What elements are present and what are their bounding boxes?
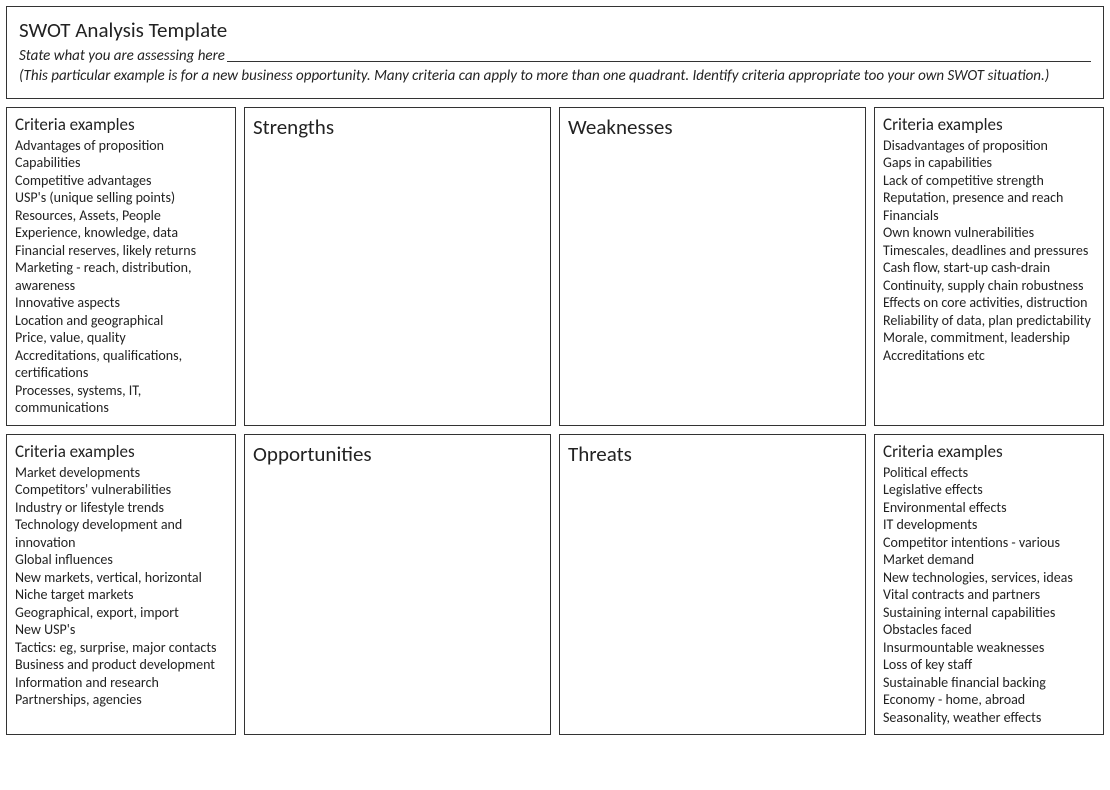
list-item: Market demand (883, 551, 1095, 569)
criteria-heading: Criteria examples (15, 441, 227, 462)
list-item: Competitive advantages (15, 172, 227, 190)
list-item: Partnerships, agencies (15, 691, 227, 709)
threats-cell: Threats (559, 434, 866, 736)
opportunities-heading: Opportunities (253, 441, 542, 467)
list-item: New markets, vertical, horizontal (15, 569, 227, 587)
list-item: Information and research (15, 674, 227, 692)
list-item: Gaps in capabilities (883, 154, 1095, 172)
header-box: SWOT Analysis Template State what you ar… (6, 6, 1104, 99)
strengths-criteria-list: Advantages of propositionCapabilitiesCom… (15, 137, 227, 417)
weaknesses-criteria-cell: Criteria examples Disadvantages of propo… (874, 107, 1104, 426)
list-item: Business and product development (15, 656, 227, 674)
list-item: Economy - home, abroad (883, 691, 1095, 709)
list-item: Tactics: eg, surprise, major contacts (15, 639, 227, 657)
list-item: Innovative aspects (15, 294, 227, 312)
list-item: Technology development and innovation (15, 516, 227, 551)
strengths-criteria-cell: Criteria examples Advantages of proposit… (6, 107, 236, 426)
weaknesses-cell: Weaknesses (559, 107, 866, 426)
criteria-heading: Criteria examples (15, 114, 227, 135)
list-item: Cash flow, start-up cash-drain (883, 259, 1095, 277)
list-item: Financials (883, 207, 1095, 225)
list-item: Capabilities (15, 154, 227, 172)
list-item: Disadvantages of proposition (883, 137, 1095, 155)
list-item: Sustainable financial backing (883, 674, 1095, 692)
list-item: Accreditations, qualifications, certific… (15, 347, 227, 382)
list-item: Accreditations etc (883, 347, 1095, 365)
document-title: SWOT Analysis Template (19, 17, 1091, 43)
list-item: Sustaining internal capabilities (883, 604, 1095, 622)
list-item: Market developments (15, 464, 227, 482)
swot-grid: Criteria examples Advantages of proposit… (6, 107, 1104, 736)
list-item: Insurmountable weaknesses (883, 639, 1095, 657)
list-item: Resources, Assets, People (15, 207, 227, 225)
list-item: New technologies, services, ideas (883, 569, 1095, 587)
list-item: Processes, systems, IT, communications (15, 382, 227, 417)
subtitle-label: State what you are assessing here (19, 47, 225, 65)
list-item: Location and geographical (15, 312, 227, 330)
list-item: Effects on core activities, distruction (883, 294, 1095, 312)
list-item: Experience, knowledge, data (15, 224, 227, 242)
list-item: Marketing - reach, distribution, awarene… (15, 259, 227, 294)
strengths-heading: Strengths (253, 114, 542, 140)
list-item: Lack of competitive strength (883, 172, 1095, 190)
list-item: USP's (unique selling points) (15, 189, 227, 207)
list-item: Reliability of data, plan predictability (883, 312, 1095, 330)
list-item: Industry or lifestyle trends (15, 499, 227, 517)
list-item: Loss of key staff (883, 656, 1095, 674)
list-item: New USP's (15, 621, 227, 639)
list-item: Vital contracts and partners (883, 586, 1095, 604)
list-item: Seasonality, weather effects (883, 709, 1095, 727)
threats-criteria-cell: Criteria examples Political effectsLegis… (874, 434, 1104, 736)
opportunities-criteria-list: Market developmentsCompetitors' vulnerab… (15, 464, 227, 709)
opportunities-cell: Opportunities (244, 434, 551, 736)
criteria-heading: Criteria examples (883, 441, 1095, 462)
list-item: Global influences (15, 551, 227, 569)
list-item: Timescales, deadlines and pressures (883, 242, 1095, 260)
threats-heading: Threats (568, 441, 857, 467)
list-item: Continuity, supply chain robustness (883, 277, 1095, 295)
list-item: Reputation, presence and reach (883, 189, 1095, 207)
list-item: Obstacles faced (883, 621, 1095, 639)
list-item: Morale, commitment, leadership (883, 329, 1095, 347)
strengths-cell: Strengths (244, 107, 551, 426)
list-item: Competitors' vulnerabilities (15, 481, 227, 499)
opportunities-criteria-cell: Criteria examples Market developmentsCom… (6, 434, 236, 736)
weaknesses-heading: Weaknesses (568, 114, 857, 140)
list-item: Price, value, quality (15, 329, 227, 347)
list-item: Advantages of proposition (15, 137, 227, 155)
list-item: Financial reserves, likely returns (15, 242, 227, 260)
list-item: Legislative effects (883, 481, 1095, 499)
list-item: Geographical, export, import (15, 604, 227, 622)
threats-criteria-list: Political effectsLegislative effectsEnvi… (883, 464, 1095, 727)
list-item: Political effects (883, 464, 1095, 482)
list-item: Competitor intentions - various (883, 534, 1095, 552)
header-description: (This particular example is for a new bu… (19, 67, 1091, 86)
weaknesses-criteria-list: Disadvantages of propositionGaps in capa… (883, 137, 1095, 365)
subtitle-underline (227, 61, 1091, 62)
subtitle-line: State what you are assessing here (19, 47, 1091, 65)
list-item: Own known vulnerabilities (883, 224, 1095, 242)
list-item: Niche target markets (15, 586, 227, 604)
list-item: IT developments (883, 516, 1095, 534)
criteria-heading: Criteria examples (883, 114, 1095, 135)
list-item: Environmental effects (883, 499, 1095, 517)
